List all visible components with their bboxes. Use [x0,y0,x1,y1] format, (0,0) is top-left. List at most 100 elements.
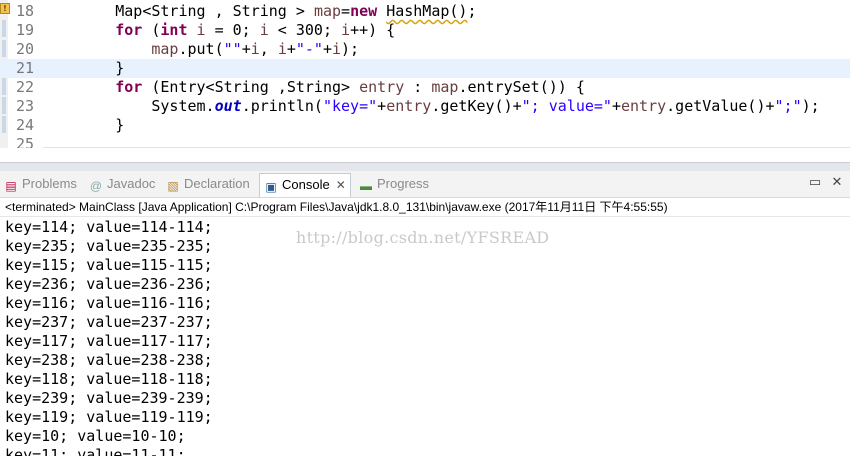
code-token: "" [223,40,242,58]
tab-problems-label: Problems [22,176,77,191]
tab-console-label: Console [282,177,330,192]
code-token: entry [621,97,667,115]
code-token: i [332,40,342,58]
code-token: .getValue()+ [666,97,775,115]
line-number: 24 [15,116,34,134]
console-output-line: key=119; value=119-119; [5,408,213,426]
tab-problems[interactable]: ▤ Problems [4,173,77,195]
code-line[interactable]: 20 map.put(""+i, i+"-"+i); [0,40,850,59]
console-output-line: key=239; value=239-239; [5,389,213,407]
tab-console[interactable]: ▣ Console ✕ [259,173,351,197]
code-token: Map<String , String > [115,2,314,20]
console-output-line: key=238; value=238-238; [5,351,213,369]
code-token: i [196,21,206,39]
tab-javadoc[interactable]: @ Javadoc [89,173,156,195]
console-output-line: key=11; value=11-11; [5,446,186,456]
close-icon[interactable]: ✕ [336,178,346,192]
code-token: .getKey()+ [431,97,522,115]
line-number: 21 [15,59,34,77]
tab-declaration-label: Declaration [184,176,250,191]
line-number: 20 [15,40,34,58]
code-token: .println( [241,97,323,115]
code-token: .put( [178,40,224,58]
declaration-icon: ▧ [167,179,179,193]
code-token: i [250,40,260,58]
code-token: + [286,40,296,58]
console-output-line: key=10; value=10-10; [5,427,186,445]
code-line[interactable]: 21 } [0,59,850,78]
console-output-line: key=117; value=117-117; [5,332,213,350]
tab-progress-label: Progress [377,176,430,191]
code-token: i [259,21,269,39]
console-output-line: key=235; value=235-235; [5,237,213,255]
code-token: entry [386,97,432,115]
code-token: map [151,40,179,58]
code-text: for (Entry<String ,String> entry : map.e… [43,78,585,97]
editor-horizontal-scrollbar[interactable]: < [43,147,850,148]
code-token: , [259,40,278,58]
code-token: System. [115,97,215,115]
line-number: 23 [15,97,34,115]
code-line[interactable]: 23 System.out.println("key="+entry.getKe… [0,97,850,116]
code-token: (Entry<String ,String> [142,78,360,96]
code-token: + [322,40,332,58]
console-output-line: key=236; value=236-236; [5,275,213,293]
code-line[interactable]: 19 for (int i = 0; i < 300; i++) { [0,21,850,40]
line-number: 22 [15,78,34,96]
line-number: 18 [15,2,34,20]
code-token: } [115,59,125,77]
code-token: + [377,97,387,115]
console-output-line: key=114; value=114-114; [5,218,213,236]
code-editor[interactable]: ! 18 Map<String , String > map=new HashM… [0,0,850,148]
progress-icon: ▬ [360,179,372,193]
line-number: 19 [15,21,34,39]
watermark: http://blog.csdn.net/YFSREAD [296,228,550,247]
code-token: new [350,2,378,20]
console-status-line: <terminated> MainClass [Java Application… [0,198,850,217]
code-token: int [160,21,188,39]
minimize-icon[interactable]: ▭ [808,176,822,190]
code-text: } [43,116,124,135]
code-token: + [241,40,251,58]
code-token: out [214,97,242,115]
tab-progress[interactable]: ▬ Progress [359,173,429,195]
code-token: + [611,97,621,115]
code-token: ++) { [350,21,396,39]
code-token: HashMap() [386,2,468,20]
code-token: "-" [295,40,323,58]
javadoc-icon: @ [89,179,103,193]
code-line[interactable]: 18 Map<String , String > map=new HashMap… [0,2,850,21]
code-text: map.put(""+i, i+"-"+i); [43,40,359,59]
code-line[interactable]: 22 for (Entry<String ,String> entry : ma… [0,78,850,97]
code-text: for (int i = 0; i < 300; i++) { [43,21,395,40]
console-output-line: key=116; value=116-116; [5,294,213,312]
code-token: < 300; [268,21,342,39]
line-number: 25 [15,135,34,148]
code-token: .entrySet()) { [458,78,585,96]
tab-declaration[interactable]: ▧ Declaration [166,173,250,195]
code-line[interactable]: 24 } [0,116,850,135]
close-view-icon[interactable]: ✕ [830,176,844,190]
console-output-line: key=118; value=118-118; [5,370,213,388]
code-token: } [115,116,125,134]
code-token: "key=" [322,97,378,115]
console-icon: ▣ [265,180,277,194]
code-token: "; value=" [521,97,612,115]
console-output[interactable]: http://blog.csdn.net/YFSREAD key=114; va… [0,217,850,456]
code-token: entry [359,78,405,96]
code-token: ); [341,40,360,58]
code-token: ( [142,21,161,39]
code-token: ; [467,2,477,20]
code-token: = 0; [205,21,260,39]
view-tab-bar: ▤ Problems @ Javadoc ▧ Declaration ▣ Console… [0,171,850,198]
code-token: = [341,2,351,20]
problems-icon: ▤ [5,179,17,193]
console-output-line: key=237; value=237-237; [5,313,213,331]
code-token: : [404,78,432,96]
code-token: map [313,2,342,20]
code-token: map [431,78,459,96]
tab-javadoc-label: Javadoc [107,176,156,191]
